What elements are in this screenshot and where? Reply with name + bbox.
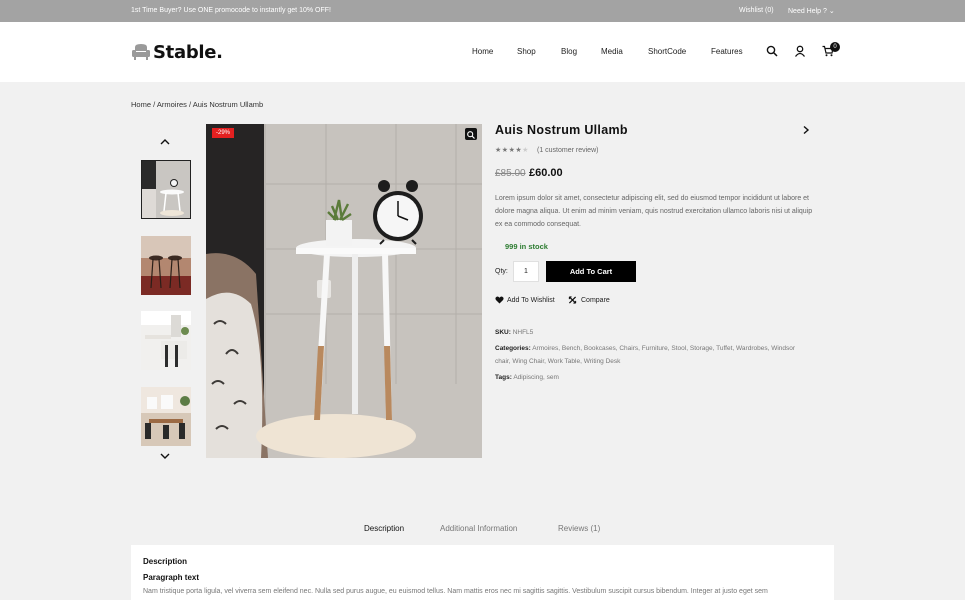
quantity-input[interactable]: 1 [513,261,539,282]
next-product-arrow-icon[interactable] [801,125,811,135]
nav-blog[interactable]: Blog [561,47,577,56]
panel-subheading: Paragraph text [143,573,200,582]
category-link[interactable]: Wardrobes [736,345,768,352]
short-description: Lorem ipsum dolor sit amet, consectetur … [495,195,813,228]
star-empty-icon: ★ [522,147,529,154]
star-icon: ★ [501,147,509,154]
promo-text: 1st Time Buyer? Use ONE promocode to ins… [131,7,331,14]
compare-icon [568,296,577,304]
category-link[interactable]: Armoires [532,345,558,352]
star-rating: ★★★★★ [495,146,529,154]
tag-link[interactable]: Adipiscing [513,374,543,381]
panel-heading: Description [143,557,188,566]
category-link[interactable]: Writing Desk [584,358,621,365]
panel-paragraph: Nam tristique porta ligula, vel viverra … [143,588,768,595]
armchair-logo-icon [132,44,150,60]
add-to-wishlist-label: Add To Wishlist [507,296,555,304]
logo[interactable]: Stable. [131,39,223,65]
site-header: Stable. Home Shop Blog Media ShortCode F… [0,22,965,82]
sale-price: £60.00 [529,167,563,179]
review-count-link[interactable]: (1 customer review) [537,147,598,154]
star-icon: ★ [495,147,502,154]
product-title: Auis Nostrum Ullamb [495,123,628,137]
thumbnail-dining-room[interactable] [141,387,191,446]
breadcrumb: Home / Armoires / Auis Nostrum Ullamb [131,100,263,109]
product-sku: SKU: NHFL5 [495,326,533,339]
need-help-label: Need Help ? [788,8,827,15]
category-link[interactable]: Bench [562,345,580,352]
category-link[interactable]: Stool [671,345,686,352]
sku-label: SKU: [495,329,511,336]
description-panel: Description Paragraph text Nam tristique… [131,545,834,600]
thumbnail-nightstand[interactable] [141,160,191,219]
categories-label: Categories: [495,345,531,352]
thumbnail-kitchen[interactable] [141,311,191,370]
top-bar: 1st Time Buyer? Use ONE promocode to ins… [0,0,965,22]
thumbnail-bar-stools[interactable] [141,236,191,295]
thumbnail-image [141,387,191,446]
sale-badge: -29% [212,128,235,138]
add-to-wishlist-link[interactable]: Add To Wishlist [495,296,555,304]
breadcrumb-separator: / [188,100,192,109]
topbar-wishlist-link[interactable]: Wishlist (0) [739,7,774,14]
chevron-up-icon[interactable] [158,137,172,147]
quantity-label: Qty: [495,268,508,275]
category-link[interactable]: Wing Chair [512,358,544,365]
zoom-button[interactable] [465,128,477,140]
nav-home[interactable]: Home [472,47,493,56]
product-categories: Categories: Armoires, Bench, Bookcases, … [495,345,796,365]
category-link[interactable]: Bookcases [584,345,616,352]
tag-link[interactable]: sem [547,374,559,381]
thumbnail-image [141,236,191,295]
add-to-cart-button[interactable]: Add To Cart [546,261,636,282]
thumbnail-image [141,311,191,370]
stock-status: 999 in stock [505,242,548,251]
breadcrumb-current: Auis Nostrum Ullamb [192,100,264,109]
product-tags: Tags: Adipiscing, sem [495,374,559,381]
zoom-icon [467,131,475,139]
tags-label: Tags: [495,374,512,381]
search-icon[interactable] [766,45,778,57]
breadcrumb-separator: / [153,100,156,109]
chevron-down-icon: ⌄ [828,8,835,15]
old-price: £85.00 [495,168,526,179]
compare-label: Compare [581,296,610,304]
thumbnail-image [142,161,190,218]
nav-shortcode[interactable]: ShortCode [648,47,686,56]
need-help-dropdown[interactable]: Need Help ? ⌄ [788,7,835,15]
breadcrumb-category[interactable]: Armoires [157,100,187,109]
sku-value: NHFL5 [512,329,534,336]
user-icon[interactable] [794,45,806,57]
breadcrumb-home[interactable]: Home [131,100,151,109]
nav-media[interactable]: Media [601,47,623,56]
tab-reviews[interactable]: Reviews (1) [558,524,600,533]
product-photo [206,124,482,458]
nav-features[interactable]: Features [711,47,743,56]
compare-link[interactable]: Compare [568,296,610,304]
tab-additional-information[interactable]: Additional Information [440,524,517,533]
product-main-image[interactable] [206,124,482,458]
category-link[interactable]: Furniture [642,345,668,352]
category-link[interactable]: Tuffet [716,345,732,352]
chevron-down-icon[interactable] [158,451,172,461]
category-link[interactable]: Storage [690,345,713,352]
nav-shop[interactable]: Shop [517,47,536,56]
heart-icon [495,296,504,304]
cart-count-badge: 0 [830,42,840,52]
logo-text: Stable. [153,41,223,63]
tab-description[interactable]: Description [364,524,404,533]
category-link[interactable]: Work Table [548,358,580,365]
category-link[interactable]: Chairs [619,345,638,352]
